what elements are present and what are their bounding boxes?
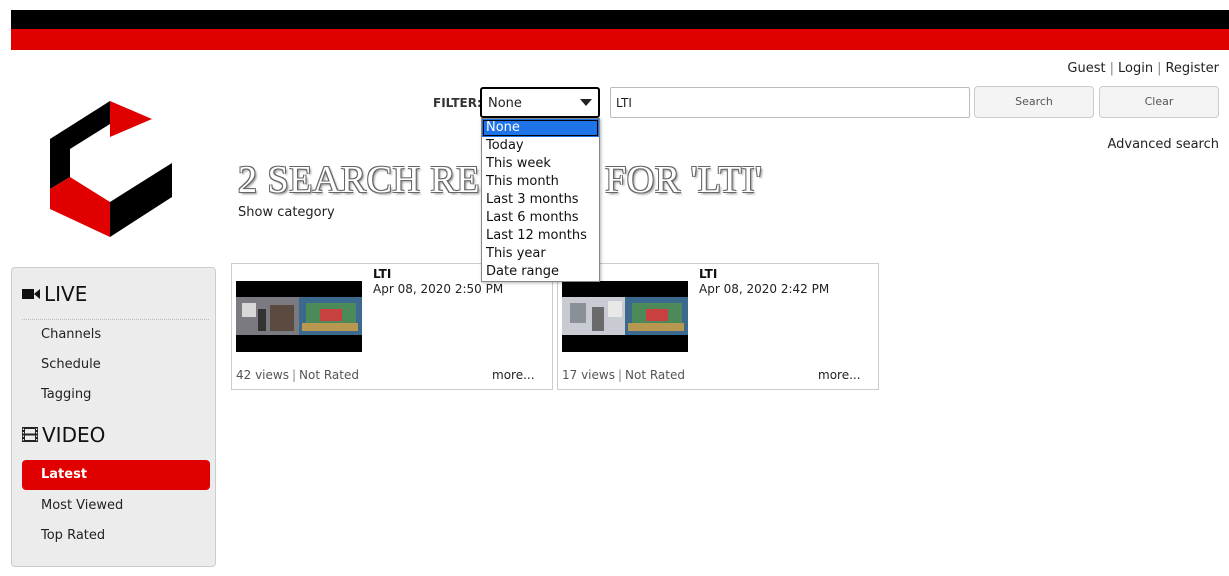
card-title[interactable]: LTI (699, 267, 717, 281)
search-input[interactable]: LTI (610, 87, 970, 118)
sidebar-item-most-viewed[interactable]: Most Viewed (41, 498, 123, 513)
video-thumbnail[interactable] (236, 281, 362, 352)
filter-option-last-12-months[interactable]: Last 12 months (482, 227, 599, 245)
sidebar-item-tagging[interactable]: Tagging (41, 387, 91, 402)
result-card[interactable]: LTI Apr 08, 2020 2:50 PM 42 views | Not Ra… (231, 263, 553, 390)
caret-down-icon (580, 99, 592, 106)
live-section-title: LIVE (22, 282, 87, 306)
site-logo[interactable] (48, 97, 176, 237)
card-more-link[interactable]: more... (818, 368, 861, 382)
card-rating: Not Rated (625, 368, 685, 382)
card-date: Apr 08, 2020 2:42 PM (699, 282, 830, 296)
video-thumbnail[interactable] (562, 281, 688, 352)
filter-dropdown-list: None Today This week This month Last 3 m… (481, 118, 600, 282)
login-link[interactable]: Login (1118, 61, 1153, 76)
sidebar-item-channels[interactable]: Channels (41, 327, 101, 342)
filter-selected-value: None (488, 96, 522, 111)
video-title-text: VIDEO (42, 423, 106, 447)
header-bar-black (11, 10, 1229, 29)
clear-button[interactable]: Clear (1099, 86, 1219, 118)
card-views: 17 views (562, 368, 615, 382)
filter-option-last-3-months[interactable]: Last 3 months (482, 191, 599, 209)
video-section-title: VIDEO (22, 423, 105, 447)
filter-option-this-month[interactable]: This month (482, 173, 599, 191)
sidebar: LIVE Channels Schedule Tagging VIDEO Lat… (11, 267, 216, 567)
card-rating: Not Rated (299, 368, 359, 382)
filter-option-last-6-months[interactable]: Last 6 months (482, 209, 599, 227)
filter-label: FILTER: (433, 96, 482, 110)
card-date: Apr 08, 2020 2:50 PM (373, 282, 504, 296)
register-link[interactable]: Register (1165, 61, 1219, 76)
video-camera-icon (22, 282, 40, 306)
card-title[interactable]: LTI (373, 267, 391, 281)
card-meta: 42 views | Not Rated (236, 368, 359, 382)
show-category-link[interactable]: Show category (238, 205, 335, 220)
card-more-link[interactable]: more... (492, 368, 535, 382)
live-title-text: LIVE (44, 282, 88, 306)
sidebar-item-schedule[interactable]: Schedule (41, 357, 101, 372)
divider (22, 319, 209, 320)
filter-option-this-week[interactable]: This week (482, 155, 599, 173)
guest-link[interactable]: Guest (1067, 61, 1105, 76)
film-icon (22, 423, 38, 447)
filter-option-this-year[interactable]: This year (482, 245, 599, 263)
search-button[interactable]: Search (974, 86, 1094, 118)
sidebar-item-latest[interactable]: Latest (22, 460, 210, 490)
user-links: Guest | Login | Register (1067, 61, 1219, 76)
header-bar-red (11, 29, 1229, 50)
filter-option-today[interactable]: Today (482, 137, 599, 155)
result-card[interactable]: LTI Apr 08, 2020 2:42 PM 17 views | Not Ra… (557, 263, 879, 390)
sidebar-item-top-rated[interactable]: Top Rated (41, 528, 105, 543)
filter-option-none[interactable]: None (482, 119, 599, 137)
advanced-search-link[interactable]: Advanced search (1107, 137, 1219, 152)
card-meta: 17 views | Not Rated (562, 368, 685, 382)
card-views: 42 views (236, 368, 289, 382)
filter-select[interactable]: None (480, 87, 600, 118)
filter-option-date-range[interactable]: Date range (482, 263, 599, 281)
